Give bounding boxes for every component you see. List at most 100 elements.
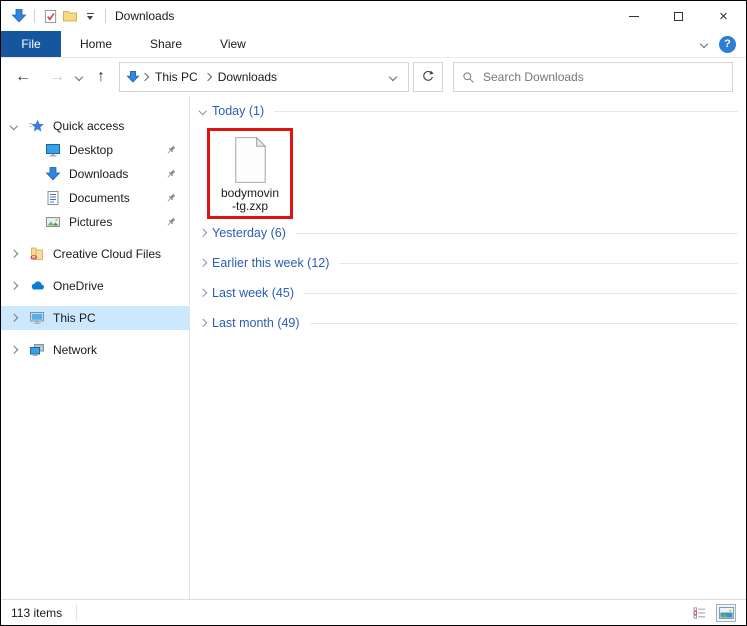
items-count: 113 items: [11, 606, 62, 620]
titlebar-separator: [105, 9, 106, 23]
computer-icon: [29, 310, 45, 326]
pictures-icon: [45, 214, 61, 230]
pin-icon: [165, 144, 177, 156]
sidebar-item-network[interactable]: Network: [1, 338, 189, 362]
title-bar: Downloads ×: [1, 1, 746, 31]
chevron-right-icon[interactable]: [199, 289, 207, 297]
search-input[interactable]: [483, 70, 724, 84]
sidebar-item-this-pc[interactable]: This PC: [1, 306, 189, 330]
network-icon: [29, 342, 45, 358]
tab-share[interactable]: Share: [131, 31, 201, 57]
navigation-bar: ← → ↑ This PC Downloads: [1, 58, 746, 96]
qat-new-folder-icon[interactable]: [60, 5, 80, 27]
group-header-today[interactable]: Today (1): [196, 101, 738, 121]
group-label[interactable]: Today (1): [212, 104, 264, 118]
large-icons-view-icon: [719, 607, 734, 619]
address-bar[interactable]: This PC Downloads: [119, 62, 409, 92]
sidebar-item-label: Desktop: [69, 143, 113, 157]
tab-home[interactable]: Home: [61, 31, 131, 57]
maximize-button[interactable]: [656, 1, 701, 31]
sidebar-item-label: Network: [53, 343, 97, 357]
file-explorer-window: Downloads × File Home Share View ? ← → ↑…: [0, 0, 747, 626]
sidebar-item-desktop[interactable]: Desktop: [1, 138, 189, 162]
maximize-icon: [674, 12, 683, 21]
group-label[interactable]: Yesterday (6): [212, 226, 286, 240]
group-label[interactable]: Last month (49): [212, 316, 300, 330]
tab-file[interactable]: File: [1, 31, 61, 57]
window-title: Downloads: [115, 9, 174, 23]
group-header-earlier-this-week[interactable]: Earlier this week (12): [196, 253, 738, 273]
search-box[interactable]: [453, 62, 733, 92]
breadcrumb-downloads[interactable]: Downloads: [213, 70, 282, 84]
expand-ribbon-icon[interactable]: [700, 40, 708, 48]
group-divider-line: [296, 233, 738, 234]
group-divider-line: [274, 111, 738, 112]
breadcrumb-chevron-icon[interactable]: [141, 73, 149, 81]
sidebar-item-label: Downloads: [69, 167, 128, 181]
chevron-down-icon[interactable]: [199, 107, 207, 115]
back-button[interactable]: ←: [15, 69, 31, 85]
sidebar-item-documents[interactable]: Documents: [1, 186, 189, 210]
address-downloads-icon: [126, 70, 140, 84]
chevron-right-icon[interactable]: [10, 282, 18, 290]
minimize-icon: [629, 16, 639, 17]
sidebar-item-label: Creative Cloud Files: [53, 247, 161, 261]
breadcrumb-chevron-icon[interactable]: [203, 73, 211, 81]
file-name-line2: -tg.zxp: [232, 200, 268, 213]
sidebar-item-label: Documents: [69, 191, 130, 205]
sidebar-item-quick-access[interactable]: Quick access: [1, 114, 189, 138]
qat-customize-icon[interactable]: [80, 5, 100, 27]
forward-button[interactable]: →: [49, 69, 65, 85]
qat-properties-icon[interactable]: [40, 5, 60, 27]
pin-icon: [165, 216, 177, 228]
sidebar-item-label: OneDrive: [53, 279, 104, 293]
chevron-right-icon[interactable]: [199, 319, 207, 327]
group-divider-line: [304, 293, 738, 294]
refresh-button[interactable]: [413, 62, 443, 92]
group-divider-line: [310, 323, 738, 324]
navigation-pane: Quick access Desktop Downloads: [1, 96, 190, 599]
search-icon: [462, 71, 475, 84]
chevron-right-icon[interactable]: [199, 259, 207, 267]
large-icons-view-button[interactable]: [716, 604, 736, 622]
creative-cloud-folder-icon: [29, 246, 45, 262]
up-button[interactable]: ↑: [97, 69, 105, 85]
pin-icon: [165, 192, 177, 204]
quick-access-star-icon: [29, 118, 45, 134]
group-label[interactable]: Earlier this week (12): [212, 256, 329, 270]
sidebar-item-pictures[interactable]: Pictures: [1, 210, 189, 234]
status-bar: 113 items: [1, 599, 746, 625]
file-icon: [231, 136, 269, 187]
documents-icon: [45, 190, 61, 206]
sidebar-item-creative-cloud-files[interactable]: Creative Cloud Files: [1, 242, 189, 266]
help-button[interactable]: ?: [719, 36, 736, 53]
details-view-button[interactable]: [690, 604, 710, 622]
breadcrumb-this-pc[interactable]: This PC: [150, 70, 203, 84]
desktop-icon: [45, 142, 61, 158]
sidebar-item-label: Quick access: [53, 119, 124, 133]
ribbon-tab-bar: File Home Share View ?: [1, 31, 746, 58]
chevron-down-icon[interactable]: [10, 122, 18, 130]
minimize-button[interactable]: [611, 1, 656, 31]
chevron-right-icon[interactable]: [10, 314, 18, 322]
recent-locations-icon[interactable]: [75, 73, 83, 81]
tab-view[interactable]: View: [201, 31, 265, 57]
sidebar-item-downloads[interactable]: Downloads: [1, 162, 189, 186]
refresh-icon: [421, 70, 435, 84]
file-item-bodymovin-red-highlight[interactable]: bodymovin -tg.zxp: [207, 128, 293, 219]
sidebar-item-label: This PC: [53, 311, 96, 325]
group-divider-line: [339, 263, 738, 264]
close-button[interactable]: ×: [701, 1, 746, 31]
address-dropdown-icon[interactable]: [389, 73, 397, 81]
group-header-last-week[interactable]: Last week (45): [196, 283, 738, 303]
group-header-last-month[interactable]: Last month (49): [196, 313, 738, 333]
titlebar-separator: [34, 9, 35, 23]
group-header-yesterday[interactable]: Yesterday (6): [196, 223, 738, 243]
group-label[interactable]: Last week (45): [212, 286, 294, 300]
chevron-right-icon[interactable]: [199, 229, 207, 237]
chevron-right-icon[interactable]: [10, 250, 18, 258]
sidebar-item-label: Pictures: [69, 215, 112, 229]
chevron-right-icon[interactable]: [10, 346, 18, 354]
sidebar-item-onedrive[interactable]: OneDrive: [1, 274, 189, 298]
pin-icon: [165, 168, 177, 180]
